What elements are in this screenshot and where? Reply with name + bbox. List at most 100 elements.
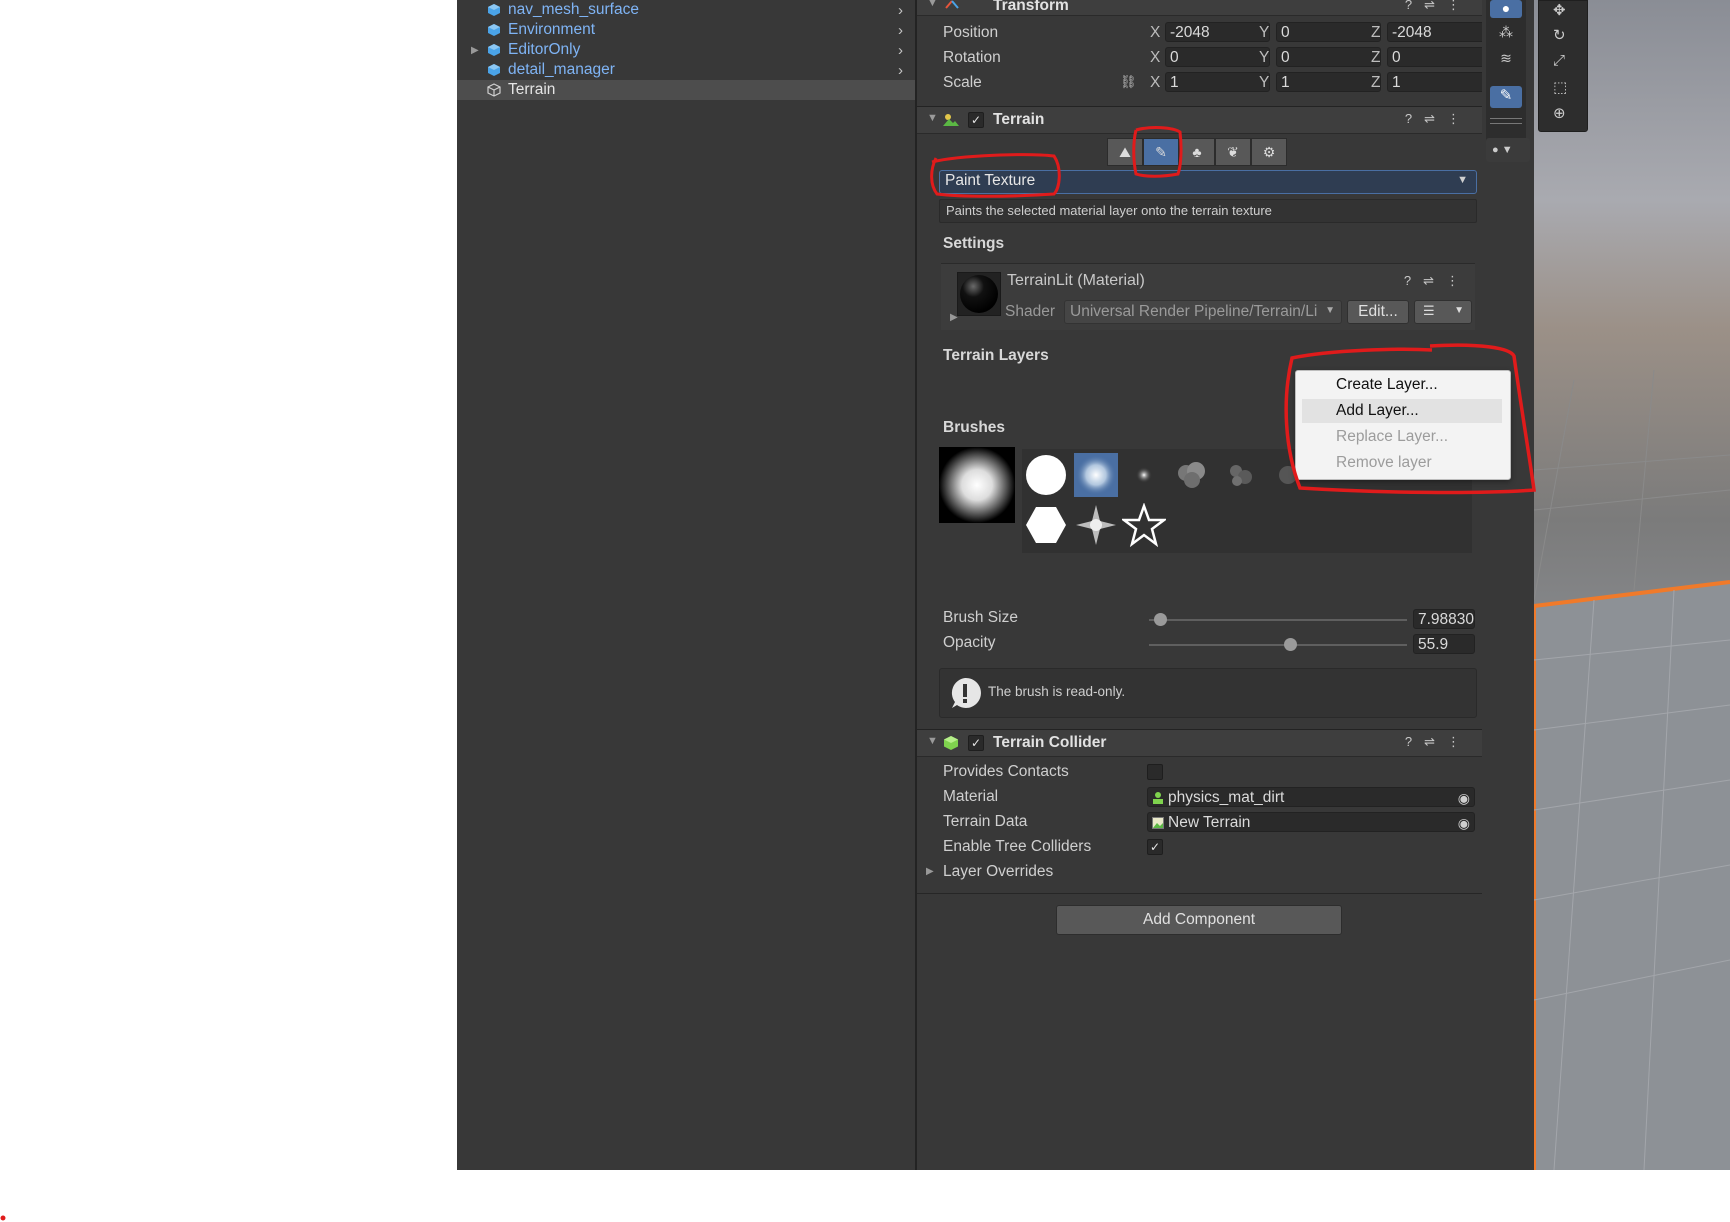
material-sphere-icon [960,275,998,313]
shader-dropdown[interactable]: Universal Render Pipeline/Terrain/Li ▼ [1064,300,1342,324]
chevron-right-icon[interactable]: › [898,62,903,79]
collider-material-label: Material [943,788,999,805]
position-y-field[interactable]: 0 [1276,22,1381,42]
sculpt-overlay-icon[interactable]: ⁂ [1490,24,1522,46]
opacity-slider-track[interactable] [1149,638,1407,651]
chevron-right-icon[interactable]: › [898,22,903,39]
brush-size-slider-track[interactable] [1149,613,1407,626]
scale-z-field[interactable]: 1 [1387,72,1492,92]
terrain-settings-button[interactable]: ⚙ [1251,138,1287,166]
brush-noise[interactable] [1218,453,1262,497]
paint-texture-overlay-icon[interactable]: ✎ [1490,86,1522,108]
brush-thumbnail [1026,455,1066,495]
terrain-material-editor: ▶ TerrainLit (Material) ?⇌⋮ Shader Unive… [941,263,1475,330]
chevron-right-icon[interactable]: › [898,2,903,19]
component-header-icons[interactable]: ?⇌⋮ [1405,111,1472,127]
brush-preview-image [939,447,1015,523]
expand-arrow-icon[interactable]: ▶ [926,866,934,877]
rect-tool-icon[interactable]: ⬚ [1553,78,1567,96]
material-name: TerrainLit (Material) [1007,272,1145,289]
rotation-y-field[interactable]: 0 [1276,47,1381,67]
menu-item-add-layer[interactable]: Add Layer... [1302,399,1502,423]
paint-details-button[interactable]: ❦ [1215,138,1251,166]
brush-thumbnail [1136,467,1152,483]
rotation-x-field[interactable]: 0 [1165,47,1270,67]
rotation-z-field[interactable]: 0 [1387,47,1492,67]
scene-terrain-render [1534,369,1730,1170]
brush-sparkle[interactable] [1074,503,1118,547]
position-z-field[interactable]: -2048 [1387,22,1492,42]
material-options-dropdown[interactable]: ☰ ▼ [1414,300,1472,324]
axis-y-label: Y [1259,24,1270,41]
terrain-data-field[interactable]: New Terrain ◉ [1147,812,1475,832]
collapse-arrow-icon[interactable]: ▼ [927,0,938,9]
transform-tool-icon[interactable]: ⊕ [1553,104,1566,122]
brush-hard-circle[interactable] [1024,453,1068,497]
paint-terrain-button[interactable]: ✎ [1143,138,1179,166]
terrain-collider-header[interactable]: ▼ ✓ Terrain Collider ?⇌⋮ [917,729,1482,757]
component-header-icons[interactable]: ?⇌⋮ [1405,0,1472,13]
expand-arrow-icon[interactable]: ▶ [471,45,479,56]
hierarchy-item-nav-mesh-surface[interactable]: nav_mesh_surface › [457,0,915,20]
tool-description-text: Paints the selected material layer onto … [946,203,1272,218]
paint-trees-button[interactable]: ♣ [1179,138,1215,166]
collapse-arrow-icon[interactable]: ▼ [927,735,938,747]
collapse-arrow-icon[interactable]: ▼ [927,112,938,124]
opacity-slider-thumb[interactable] [1283,638,1297,651]
create-neighbor-terrains-button[interactable]: ⛰ [1107,138,1143,166]
scene-view[interactable]: ✥ ↻ ⤢ ⬚ ⊕ [1534,0,1730,1170]
terrain-tool-dropdown[interactable]: Paint Texture ▼ [939,170,1477,194]
axis-x-label: X [1150,49,1161,66]
layer-overrides-foldout[interactable]: Layer Overrides [943,863,1053,881]
enable-tree-colliders-checkbox[interactable]: ✓ [1147,839,1163,855]
edit-shader-button[interactable]: Edit... [1347,300,1409,324]
tree-icon: ♣ [1192,144,1202,160]
brush-size-slider-thumb[interactable] [1153,613,1167,626]
brush-dot-icon: ● [1492,144,1499,156]
constrain-proportions-icon[interactable]: ⛓ [1120,74,1137,90]
terrain-collider-enabled-checkbox[interactable]: ✓ [968,735,984,751]
scale-x-field[interactable]: 1 [1165,72,1270,92]
shader-dropdown-value: Universal Render Pipeline/Terrain/Li [1070,303,1318,320]
hierarchy-item-environment[interactable]: Environment › [457,20,915,40]
component-header-icons[interactable]: ?⇌⋮ [1405,734,1472,750]
terrain-enabled-checkbox[interactable]: ✓ [968,112,984,128]
terrain-tool-dropdown-value: Paint Texture [945,172,1036,189]
brush-readonly-text: The brush is read-only. [988,684,1126,699]
position-x-field[interactable]: -2048 [1165,22,1270,42]
brush-hexagon[interactable] [1024,503,1068,547]
collider-material-value: physics_mat_dirt [1168,789,1285,806]
brush-cloud[interactable] [1170,453,1214,497]
scale-tool-icon[interactable]: ⤢ [1553,52,1565,69]
brush-small-dot[interactable] [1122,453,1166,497]
hierarchy-item-terrain[interactable]: Terrain [457,80,915,100]
hierarchy-item-editoronly[interactable]: ▶ EditorOnly › [457,40,915,60]
scene-overlay-toolbar: ● ⁂ ≋ ✎ ● ▼ [1482,0,1534,1170]
collider-material-field[interactable]: physics_mat_dirt ◉ [1147,787,1475,807]
material-header-icons[interactable]: ?⇌⋮ [1404,273,1471,289]
terrain-tool-overlay-icon[interactable]: ● [1490,0,1522,18]
chevron-right-icon[interactable]: › [898,42,903,59]
drag-handle-icon[interactable] [1490,118,1522,124]
expand-arrow-icon[interactable]: ▶ [950,312,958,323]
object-picker-icon[interactable]: ◉ [1458,788,1470,806]
rotate-tool-icon[interactable]: ↻ [1553,26,1566,44]
add-component-button[interactable]: Add Component [1056,905,1342,935]
menu-item-create-layer[interactable]: Create Layer... [1302,373,1502,397]
provides-contacts-checkbox[interactable] [1147,764,1163,780]
transform-header[interactable]: ▼ Transform ?⇌⋮ [917,0,1482,16]
brush-size-field[interactable]: 7.98830 [1413,609,1475,629]
material-preview-thumbnail[interactable] [957,272,1001,316]
brush-soft-circle[interactable] [1074,453,1118,497]
terrain-component-header[interactable]: ▼ ✓ Terrain ?⇌⋮ [917,106,1482,134]
position-label: Position [943,24,999,41]
prefab-cube-icon [488,44,500,56]
object-picker-icon[interactable]: ◉ [1458,813,1470,831]
smooth-overlay-icon[interactable]: ≋ [1490,50,1522,72]
move-tool-icon[interactable]: ✥ [1553,1,1566,19]
hierarchy-item-detail-manager[interactable]: detail_manager › [457,60,915,80]
brush-star[interactable] [1122,503,1166,547]
brush-mask-dropdown[interactable]: ● ▼ [1486,138,1530,162]
opacity-field[interactable]: 55.9 [1413,634,1475,654]
scale-y-field[interactable]: 1 [1276,72,1381,92]
